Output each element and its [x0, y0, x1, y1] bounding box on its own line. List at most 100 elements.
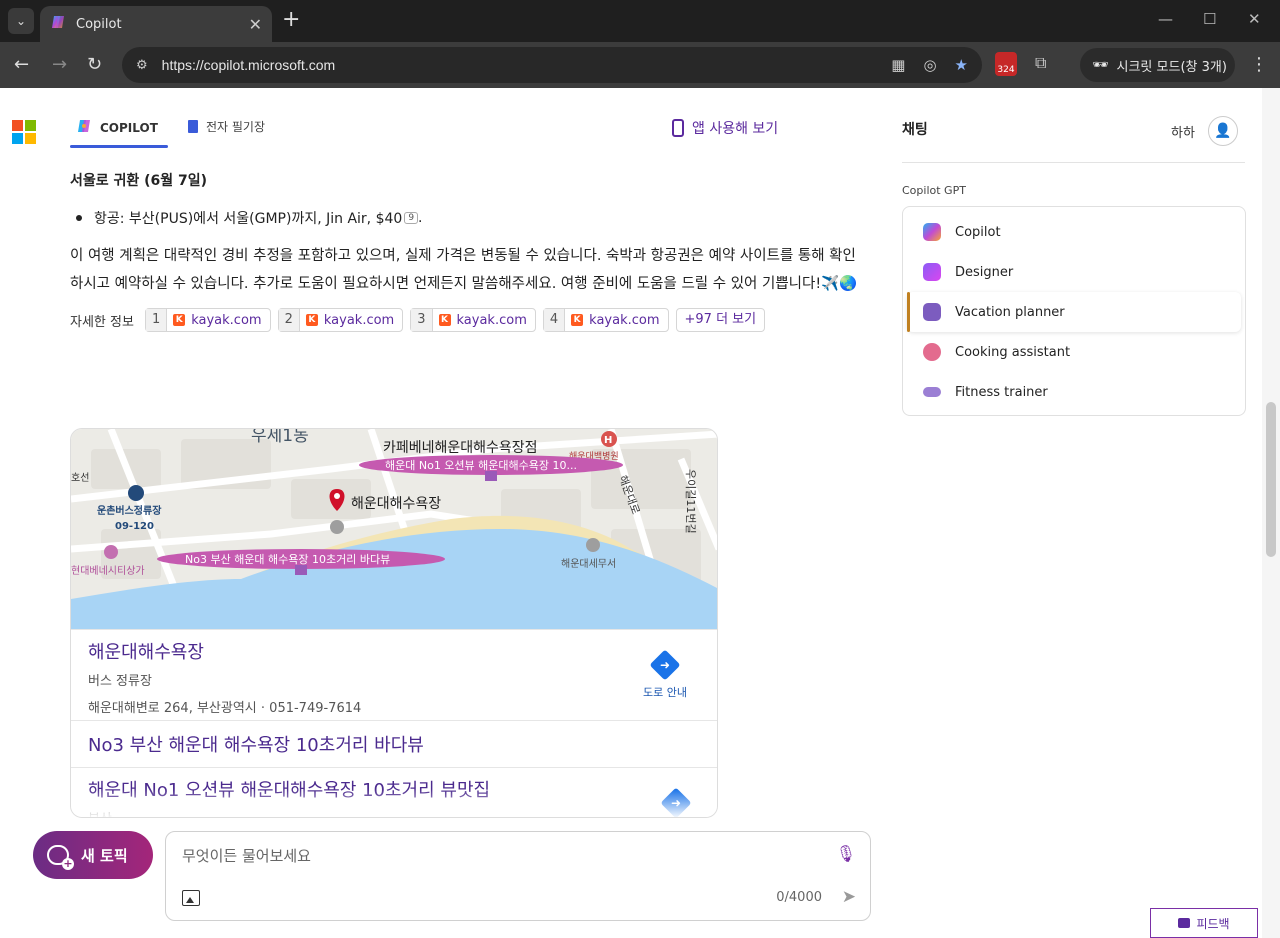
map-label-shop: 현대베네시티상가 [71, 565, 145, 577]
calendar-extension-icon[interactable]: 324 [995, 52, 1017, 76]
user-avatar-icon[interactable]: 👤 [1208, 116, 1238, 146]
place-name[interactable]: 해운대해수욕장 [88, 638, 717, 664]
map-label-bus-code: 09-120 [115, 521, 154, 532]
browser-tab-bar: ⌄ Copilot ✕ + — ☐ ✕ [0, 0, 1280, 42]
list-item: 항공: 부산(PUS)에서 서울(GMP)까지, Jin Air, $40 9 … [70, 208, 860, 228]
tab-title: Copilot [76, 16, 122, 32]
send-icon[interactable]: ➤ [842, 887, 856, 907]
place-result[interactable]: 해운대해수욕장 버스 정류장 해운대해변로 264, 부산광역시 · 051-7… [71, 629, 717, 721]
map-label-left-edge: 호선 [71, 472, 89, 484]
microphone-icon[interactable]: 🎙 [836, 844, 856, 863]
scrollbar-thumb[interactable] [1266, 402, 1276, 557]
chat-response: 서울로 귀환 (6월 7일) 항공: 부산(PUS)에서 서울(GMP)까지, … [70, 170, 860, 332]
flight-text: 항공: 부산(PUS)에서 서울(GMP)까지, Jin Air, $40 [94, 211, 403, 227]
browser-menu-icon[interactable]: ⋮ [1250, 54, 1268, 75]
source-chip[interactable]: 1 K kayak.com [144, 308, 271, 332]
incognito-button[interactable]: 🕶 시크릿 모드(창 3개) [1080, 48, 1235, 82]
gpt-item-copilot[interactable]: Copilot [907, 212, 1241, 252]
bullet-dot [76, 215, 82, 221]
tab-copilot[interactable]: COPILOT [70, 118, 168, 148]
notebook-icon [188, 120, 198, 133]
image-upload-icon[interactable] [182, 890, 200, 906]
map-card: H 해운대백병원 우세1동 카페베네해운대해수욕장점 해운대 No1 오션뷰 해… [70, 428, 718, 818]
chat-input[interactable] [182, 844, 822, 868]
place-address: 해운대해변로 264, 부산광역시 · 051-749-7614 [88, 701, 362, 716]
site-info-icon[interactable]: ⚙ [136, 58, 148, 73]
copilot-icon [923, 223, 941, 241]
new-topic-button[interactable]: 새 토픽 [33, 831, 153, 879]
map-label-cafe: 카페베네해운대해수욕장점 [383, 440, 538, 456]
chat-input-box: 🎙 0/4000 ➤ [165, 831, 871, 921]
try-app-link[interactable]: 앱 사용해 보기 [672, 118, 778, 138]
donut-icon [923, 343, 941, 361]
place-result[interactable]: No3 부산 해운대 해수욕장 10초거리 바다뷰 [71, 720, 717, 767]
gpt-list: Copilot Designer Vacation planner Cookin… [902, 206, 1246, 416]
kayak-icon: K [173, 314, 186, 326]
section-heading: 서울로 귀환 (6월 7일) [70, 173, 208, 189]
incognito-icon: 🕶 [1092, 57, 1109, 73]
bookmark-star-icon[interactable]: ★ [955, 56, 968, 74]
kayak-icon: K [438, 314, 451, 326]
map-label-beach: 해운대해수욕장 [351, 496, 441, 512]
microsoft-logo[interactable] [12, 120, 36, 144]
map[interactable]: H 해운대백병원 우세1동 카페베네해운대해수욕장점 해운대 No1 오션뷰 해… [71, 429, 718, 629]
citation-link[interactable]: 9 [404, 212, 419, 224]
response-paragraph: 이 여행 계획은 대략적인 경비 추정을 포함하고 있으며, 실제 가격은 변동… [70, 248, 858, 292]
kayak-icon: K [305, 314, 318, 326]
new-tab-button[interactable]: + [282, 9, 300, 31]
gpt-item-fitness-trainer[interactable]: Fitness trainer [907, 372, 1241, 412]
place-name[interactable]: No3 부산 해운대 해수욕장 10초거리 바다뷰 [88, 731, 717, 757]
source-chip[interactable]: 2 K kayak.com [277, 308, 404, 332]
chat-panel-title: 채팅 [902, 122, 928, 138]
gpt-item-vacation-planner[interactable]: Vacation planner [907, 292, 1241, 332]
map-label-road-2: 우이길11번길 [684, 469, 697, 534]
map-label-bus-stop: 운촌버스정류장 [97, 504, 162, 517]
svg-text:H: H [604, 435, 612, 446]
eye-off-icon[interactable]: ◎ [923, 56, 936, 74]
feedback-button[interactable]: 피드백 [1150, 908, 1258, 938]
see-more-sources-button[interactable]: +97 더 보기 [675, 308, 766, 332]
copilot-favicon-icon [50, 14, 66, 34]
map-pin-listing-1[interactable]: 해운대 No1 오션뷰 해운대해수욕장 10... [385, 458, 577, 472]
more-info-label: 자세한 정보 [70, 314, 134, 330]
kayak-icon: K [571, 314, 584, 326]
extensions-puzzle-icon[interactable]: ⧉ [1035, 53, 1046, 73]
char-counter: 0/4000 [776, 890, 822, 905]
feedback-icon [1178, 918, 1191, 928]
qr-code-icon[interactable]: ▦ [891, 56, 905, 74]
address-bar[interactable]: ⚙ https://copilot.microsoft.com ▦ ◎ ★ [122, 47, 982, 83]
gpt-item-designer[interactable]: Designer [907, 252, 1241, 292]
suitcase-icon [923, 303, 941, 321]
map-pin-listing-2[interactable]: No3 부산 해운대 해수욕장 10초거리 바다뷰 [185, 552, 390, 566]
designer-icon [923, 263, 941, 281]
fade-overlay [71, 789, 717, 817]
source-chip[interactable]: 3 K kayak.com [410, 308, 536, 332]
source-chip[interactable]: 4 K kayak.com [542, 308, 669, 332]
phone-icon [672, 119, 684, 137]
tab-notebook[interactable]: 전자 필기장 [188, 118, 265, 135]
browser-tab[interactable]: Copilot ✕ [40, 6, 272, 42]
user-name[interactable]: 하하 [1171, 122, 1195, 141]
map-label-office: 해운대세무서 [561, 557, 616, 570]
forward-arrow-icon[interactable]: → [52, 54, 67, 75]
gpt-item-cooking-assistant[interactable]: Cooking assistant [907, 332, 1241, 372]
maximize-icon[interactable]: ☐ [1203, 10, 1216, 28]
close-window-icon[interactable]: ✕ [1248, 10, 1261, 28]
reload-icon[interactable]: ↻ [87, 54, 102, 75]
back-arrow-icon[interactable]: ← [14, 54, 29, 75]
url-text: https://copilot.microsoft.com [161, 57, 336, 73]
directions-arrow-icon: ➜ [649, 649, 681, 681]
directions-button[interactable]: ➜ 도로 안내 [643, 649, 687, 700]
close-tab-icon[interactable]: ✕ [249, 15, 262, 34]
new-chat-icon [47, 845, 74, 870]
source-list: 자세한 정보 1 K kayak.com 2 K kayak.com 3 K k… [70, 308, 860, 332]
tab-search-button[interactable]: ⌄ [8, 8, 34, 34]
browser-toolbar: ← → ↻ ⚙ https://copilot.microsoft.com ▦ … [0, 42, 1280, 88]
place-type: 버스 정류장 [88, 674, 152, 689]
minimize-icon[interactable]: — [1158, 10, 1173, 28]
dumbbell-icon [923, 387, 941, 397]
gpt-section-label: Copilot GPT [902, 184, 966, 197]
divider [902, 162, 1245, 163]
copilot-icon [76, 118, 92, 137]
map-label-area: 우세1동 [251, 429, 309, 446]
